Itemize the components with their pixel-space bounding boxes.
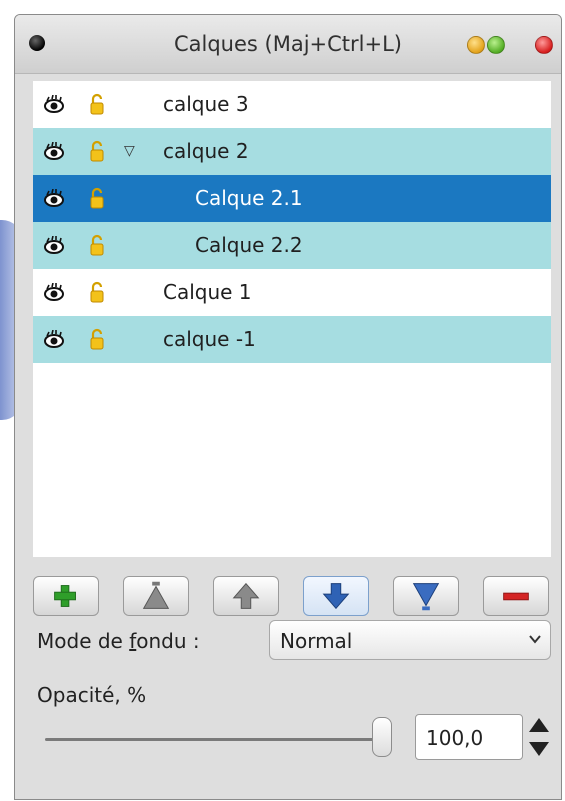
- lower-layer-button[interactable]: [303, 576, 369, 616]
- layer-row[interactable]: Calque 1: [33, 269, 551, 316]
- layer-name: Calque 2.1: [195, 186, 303, 210]
- raise-layer-button[interactable]: [213, 576, 279, 616]
- layer-row[interactable]: Calque 2.1: [33, 175, 551, 222]
- delete-layer-button[interactable]: [483, 576, 549, 616]
- lower-to-bottom-button[interactable]: [393, 576, 459, 616]
- layer-row[interactable]: ▽ calque 2: [33, 128, 551, 175]
- expander-icon[interactable]: ▽: [124, 143, 135, 159]
- opacity-label: Opacité, %: [37, 683, 147, 707]
- eye-icon[interactable]: [43, 188, 65, 208]
- add-layer-button[interactable]: [33, 576, 99, 616]
- maximize-button[interactable]: [487, 36, 505, 54]
- title-bar[interactable]: Calques (Maj+Ctrl+L): [15, 15, 561, 74]
- layer-row[interactable]: Calque 2.2: [33, 222, 551, 269]
- opacity-input[interactable]: 100,0: [415, 714, 523, 760]
- layer-name: calque 3: [163, 92, 249, 116]
- layer-name: Calque 1: [163, 280, 252, 304]
- minimize-button[interactable]: [467, 36, 485, 54]
- layer-name: calque 2: [163, 139, 249, 163]
- layer-name: calque -1: [163, 327, 256, 351]
- blend-mode-value: Normal: [280, 629, 353, 653]
- blend-mode-label: Mode de fondu :: [37, 629, 200, 653]
- lock-icon[interactable]: [89, 140, 105, 162]
- eye-icon[interactable]: [43, 235, 65, 255]
- lock-icon[interactable]: [89, 234, 105, 256]
- close-button[interactable]: [535, 36, 553, 54]
- lock-icon[interactable]: [89, 328, 105, 350]
- opacity-value: 100,0: [426, 726, 484, 750]
- layers-list[interactable]: calque 3 ▽ calque 2 Calque 2.1 Calque 2.2 Cal…: [33, 81, 551, 557]
- layers-dialog: Calques (Maj+Ctrl+L) calque 3 ▽ calque 2 Ca…: [14, 14, 562, 800]
- lock-icon[interactable]: [89, 281, 105, 303]
- eye-icon[interactable]: [43, 141, 65, 161]
- eye-icon[interactable]: [43, 329, 65, 349]
- spin-arrows-icon[interactable]: [527, 714, 551, 760]
- layer-row[interactable]: calque 3: [33, 81, 551, 128]
- blend-mode-select[interactable]: Normal: [269, 620, 551, 660]
- lock-icon[interactable]: [89, 187, 105, 209]
- eye-icon[interactable]: [43, 94, 65, 114]
- opacity-slider-track[interactable]: [45, 738, 385, 741]
- opacity-slider-handle[interactable]: [372, 717, 392, 757]
- layer-row[interactable]: calque -1: [33, 316, 551, 363]
- chevron-down-icon: [529, 635, 541, 644]
- layer-name: Calque 2.2: [195, 233, 303, 257]
- lock-icon[interactable]: [89, 93, 105, 115]
- raise-to-top-button[interactable]: [123, 576, 189, 616]
- eye-icon[interactable]: [43, 282, 65, 302]
